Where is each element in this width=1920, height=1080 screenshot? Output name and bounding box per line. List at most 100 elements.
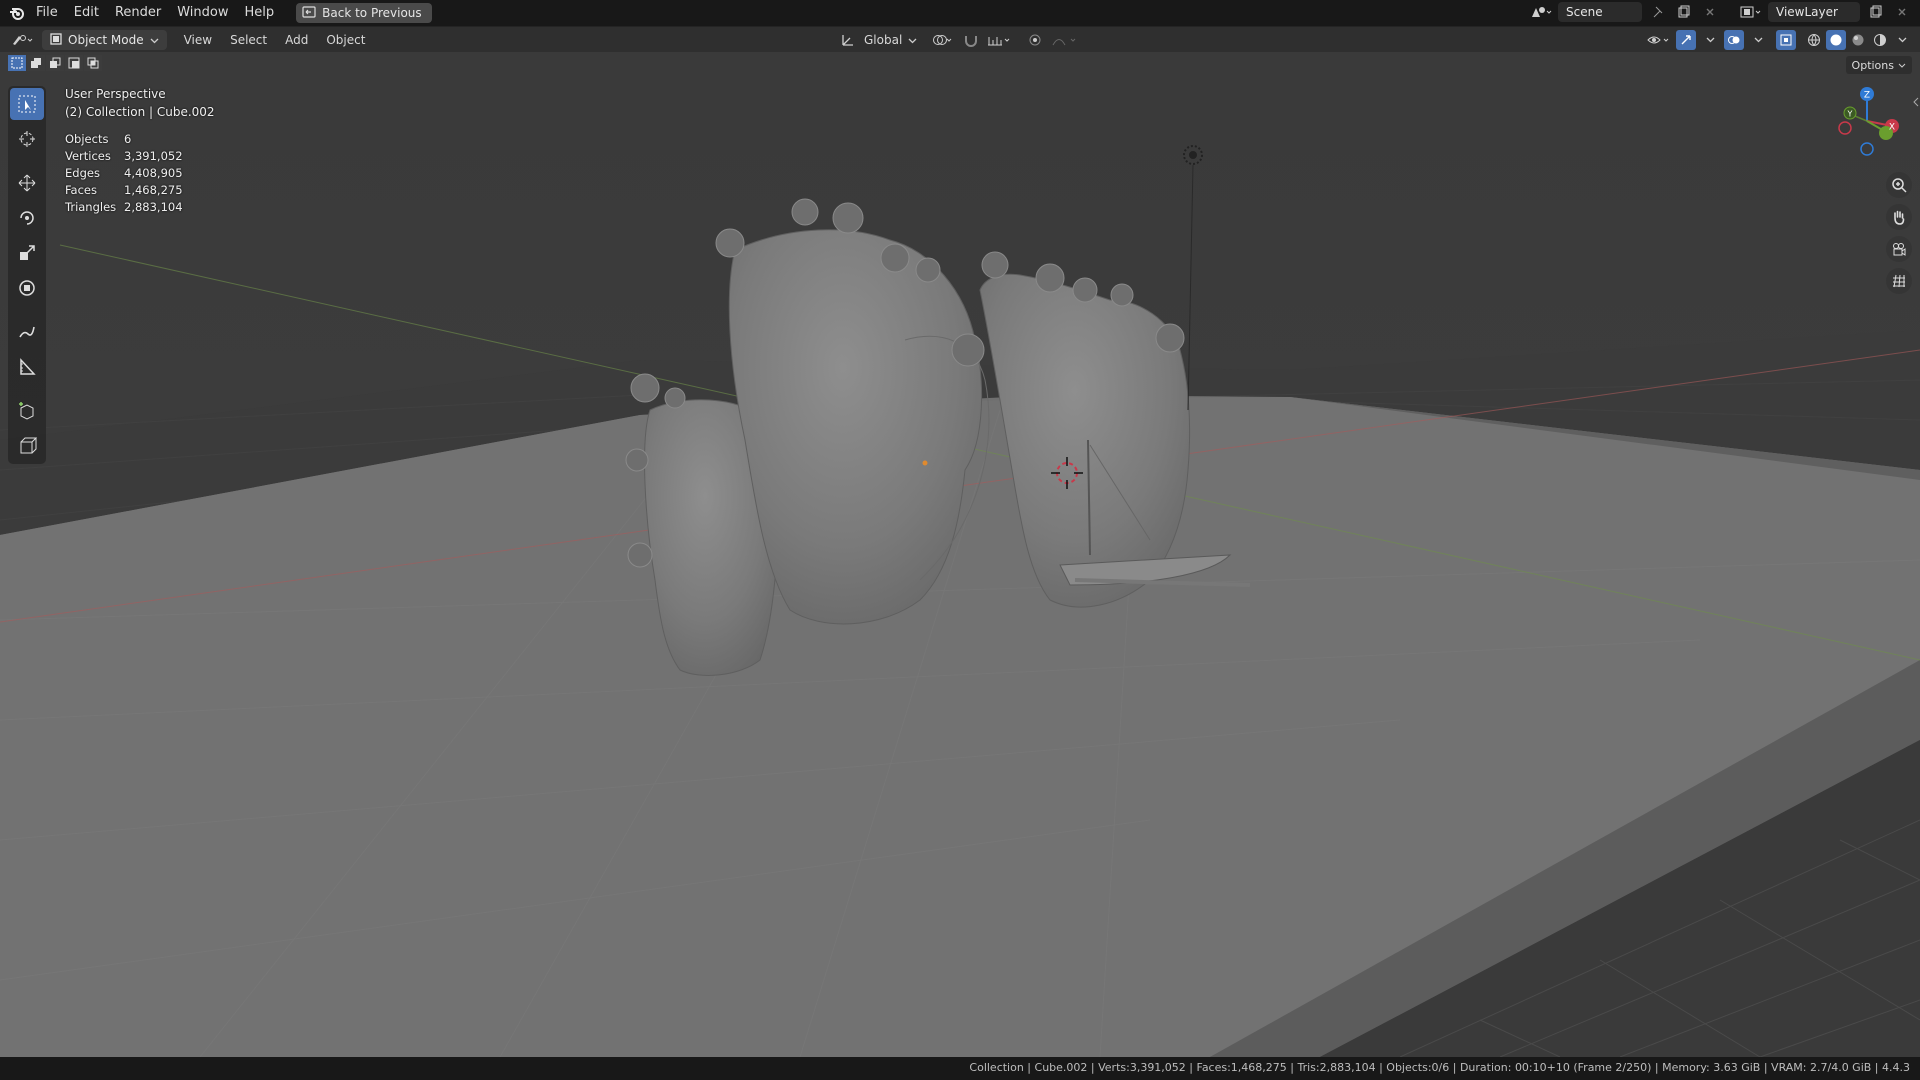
selection-mode-group: [8, 55, 102, 71]
editor-type-icon[interactable]: [8, 30, 38, 50]
workspace-selectors: Scene ViewLayer: [1530, 2, 1912, 22]
transform-controls: Global: [838, 30, 1081, 50]
delete-view-layer-icon[interactable]: [1892, 2, 1912, 22]
measure-tool-icon[interactable]: [10, 351, 44, 383]
xray-toggle-icon[interactable]: [1776, 30, 1796, 50]
stat-row: Edges 4,408,905: [65, 165, 183, 182]
gizmo-y-label: Y: [1847, 110, 1853, 119]
transform-tool-icon[interactable]: [10, 272, 44, 304]
options-label: Options: [1851, 58, 1894, 72]
select-intersect-icon[interactable]: [84, 55, 102, 71]
transform-orientation-label: Global: [864, 33, 903, 47]
stat-label: Edges: [65, 166, 100, 180]
gizmo-toggle-icon[interactable]: [1676, 30, 1696, 50]
falloff-curve-icon[interactable]: [1051, 30, 1081, 50]
solid-shading-icon[interactable]: [1826, 30, 1846, 50]
menu-edit[interactable]: Edit: [66, 0, 107, 26]
stat-label: Objects: [65, 132, 109, 146]
menu-select[interactable]: Select: [221, 33, 276, 47]
add-cube-tool-icon[interactable]: [10, 395, 44, 427]
screen-back-icon: [302, 5, 316, 21]
3d-viewport[interactable]: User Perspective (2) Collection | Cube.0…: [0, 52, 1920, 1057]
menu-object[interactable]: Object: [317, 33, 374, 47]
object-mode-dropdown[interactable]: Object Mode: [42, 30, 167, 50]
chevron-down-icon[interactable]: [1748, 30, 1768, 50]
rotate-tool-icon[interactable]: [10, 202, 44, 234]
select-invert-icon[interactable]: [65, 55, 83, 71]
menu-help[interactable]: Help: [237, 0, 283, 26]
status-info: Collection | Cube.002 | Verts:3,391,052 …: [969, 1061, 1910, 1074]
viewport-shading-controls: [1646, 30, 1912, 50]
menu-render[interactable]: Render: [107, 0, 169, 26]
wireframe-shading-icon[interactable]: [1804, 30, 1824, 50]
pivot-point-icon[interactable]: [931, 30, 955, 50]
stat-row: Triangles 2,883,104: [65, 199, 183, 216]
object-mode-icon: [50, 32, 62, 48]
overlays-toggle-icon[interactable]: [1724, 30, 1744, 50]
scene-name: Scene: [1566, 5, 1603, 19]
chevron-down-icon[interactable]: [1700, 30, 1720, 50]
stat-value: 4,408,905: [124, 166, 183, 180]
back-to-previous-label: Back to Previous: [322, 6, 422, 20]
chevron-down-icon: [1898, 59, 1906, 72]
menu-view[interactable]: View: [175, 33, 221, 47]
stat-value: 2,883,104: [124, 200, 183, 214]
cursor-tool-icon[interactable]: [10, 123, 44, 155]
scene-browse-icon[interactable]: [1530, 2, 1552, 22]
stat-row: Vertices 3,391,052: [65, 148, 183, 165]
view-layer-field[interactable]: ViewLayer: [1768, 2, 1860, 22]
scene-name-field[interactable]: Scene: [1558, 2, 1642, 22]
view-layer-browse-icon[interactable]: [1740, 2, 1762, 22]
new-scene-icon[interactable]: [1674, 2, 1694, 22]
camera-view-icon[interactable]: [1886, 236, 1912, 262]
stat-label: Faces: [65, 183, 97, 197]
select-new-icon[interactable]: [8, 55, 26, 71]
select-subtract-icon[interactable]: [46, 55, 64, 71]
blender-logo-icon[interactable]: [6, 0, 28, 26]
status-bar: Collection | Cube.002 | Verts:3,391,052 …: [0, 1057, 1920, 1080]
select-box-tool-icon[interactable]: [10, 88, 44, 120]
gizmo-x-label: X: [1889, 123, 1895, 133]
material-preview-icon[interactable]: [1848, 30, 1868, 50]
proportional-editing-icon[interactable]: [1025, 30, 1045, 50]
ortho-grid-icon[interactable]: [1886, 268, 1912, 294]
menu-file[interactable]: File: [28, 0, 66, 26]
object-mode-label: Object Mode: [68, 33, 144, 47]
snap-magnet-icon[interactable]: [961, 30, 981, 50]
tool-shelf: [8, 86, 46, 464]
chevron-down-icon: [908, 33, 917, 47]
menu-add[interactable]: Add: [276, 33, 317, 47]
move-tool-icon[interactable]: [10, 167, 44, 199]
toolbar-separator: [13, 158, 41, 164]
transform-orientation-icon: [838, 30, 858, 50]
viewport-scene: [0, 52, 1920, 1057]
pan-hand-icon[interactable]: [1886, 204, 1912, 230]
delete-scene-icon[interactable]: [1700, 2, 1720, 22]
select-extend-icon[interactable]: [27, 55, 45, 71]
annotate-tool-icon[interactable]: [10, 316, 44, 348]
scale-tool-icon[interactable]: [10, 237, 44, 269]
viewport-header: Object Mode View Select Add Object Globa…: [0, 26, 1920, 53]
sidebar-expand-icon[interactable]: [1912, 92, 1920, 112]
zoom-icon[interactable]: [1886, 172, 1912, 198]
menu-window[interactable]: Window: [169, 0, 236, 26]
pin-icon[interactable]: [1648, 2, 1668, 22]
rendered-shading-icon[interactable]: [1870, 30, 1890, 50]
toolbar-separator: [13, 386, 41, 392]
top-menu-bar: File Edit Render Window Help Back to Pre…: [0, 0, 1920, 26]
object-origin-dot: [922, 460, 928, 466]
snap-increment-icon[interactable]: [987, 30, 1013, 50]
visibility-eye-icon[interactable]: [1646, 30, 1672, 50]
options-dropdown[interactable]: Options: [1845, 56, 1912, 74]
transform-orientation-dropdown[interactable]: Global: [864, 33, 917, 47]
new-view-layer-icon[interactable]: [1866, 2, 1886, 22]
scene-statistics: Objects 6 Vertices 3,391,052 Edges 4,408,90…: [65, 131, 183, 216]
chevron-down-icon[interactable]: [1892, 30, 1912, 50]
viewport-info: User Perspective (2) Collection | Cube.0…: [65, 85, 215, 121]
back-to-previous-button[interactable]: Back to Previous: [296, 3, 432, 23]
stat-value: 3,391,052: [124, 149, 183, 163]
primitive-tool-icon[interactable]: [10, 430, 44, 462]
stat-value: 1,468,275: [124, 183, 183, 197]
navigation-gizmo[interactable]: Z Y X: [1832, 86, 1902, 156]
toolbar-separator: [13, 307, 41, 313]
